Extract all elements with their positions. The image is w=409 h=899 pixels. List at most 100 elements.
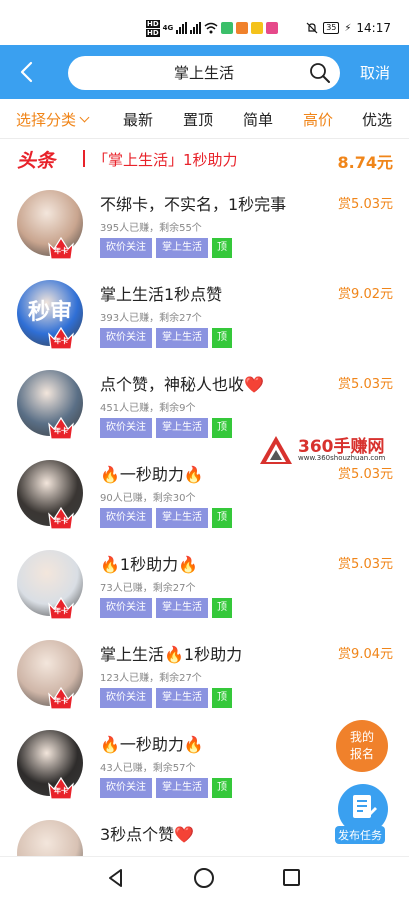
app-notification-icon-4 bbox=[266, 22, 279, 34]
task-title: 🔥一秒助力🔥 bbox=[100, 465, 204, 484]
tag-follow: 砍价关注 bbox=[100, 238, 152, 258]
status-right-icons: 35 ⚡ 14:17 bbox=[306, 21, 391, 35]
tag-follow: 砍价关注 bbox=[100, 778, 152, 798]
my-signup-button[interactable]: 我的 报名 bbox=[336, 720, 388, 772]
my-signup-line2: 报名 bbox=[349, 747, 374, 761]
watermark-url: www.360shouzhuan.com bbox=[298, 454, 386, 462]
task-title: 点个赞，神秘人也收❤️ bbox=[100, 375, 264, 394]
task-list-item[interactable]: 年卡 🔥一秒助力🔥 赏5.03元 90人已赚，剩余30个 砍价关注 掌上生活顶 bbox=[0, 456, 409, 546]
tag-app: 掌上生活 bbox=[156, 238, 208, 258]
tag-top: 顶 bbox=[212, 328, 232, 348]
task-tags: 砍价关注 掌上生活顶 bbox=[100, 778, 232, 798]
tag-follow: 砍价关注 bbox=[100, 418, 152, 438]
tab-latest[interactable]: 最新 bbox=[123, 109, 153, 130]
task-list-item[interactable]: 年卡 🔥1秒助力🔥 赏5.03元 73人已赚，剩余27个砍价关注 掌上生活顶 bbox=[0, 546, 409, 636]
task-title: 3秒点个赞❤️ bbox=[100, 825, 195, 844]
task-stats: 395人已赚，剩余55个 bbox=[100, 223, 202, 234]
status-bar: HD HD 4G 35 ⚡ 14:17 bbox=[0, 0, 409, 45]
year-card-label: 年卡 bbox=[54, 517, 68, 525]
nav-recents-icon[interactable] bbox=[283, 869, 300, 886]
year-card-label: 年卡 bbox=[54, 427, 68, 435]
task-stats: 393人已赚，剩余27个 bbox=[100, 313, 202, 324]
hd-icon: HD HD bbox=[146, 19, 160, 37]
tag-app: 掌上生活 bbox=[156, 778, 208, 798]
headline-price: 8.74元 bbox=[337, 153, 393, 172]
watermark-triangle-icon bbox=[260, 436, 292, 464]
tag-top: 顶 bbox=[212, 418, 232, 438]
year-card-label: 年卡 bbox=[54, 697, 68, 705]
charging-icon: ⚡ bbox=[344, 22, 352, 34]
task-stats: 123人已赚，剩余27个 bbox=[100, 673, 202, 684]
task-title: 掌上生活1秒点赞 bbox=[100, 285, 223, 304]
tag-follow: 砍价关注 bbox=[100, 328, 152, 348]
tag-app: 掌上生活 bbox=[156, 508, 208, 528]
tab-pinned[interactable]: 置顶 bbox=[183, 109, 213, 130]
search-box[interactable]: 掌上生活 bbox=[68, 56, 340, 90]
tag-top: 顶 bbox=[212, 688, 232, 708]
wifi-icon bbox=[204, 22, 218, 34]
publish-task-label[interactable]: 发布任务 bbox=[335, 826, 385, 844]
task-stats: 43人已赚，剩余57个 bbox=[100, 763, 196, 774]
search-header: 掌上生活 取消 bbox=[0, 45, 409, 99]
my-signup-line1: 我的 bbox=[349, 730, 374, 744]
task-reward: 赏5.03元 bbox=[338, 377, 393, 392]
back-arrow-icon[interactable] bbox=[14, 58, 42, 86]
tag-top: 顶 bbox=[212, 238, 232, 258]
status-left-icons: HD HD 4G bbox=[146, 17, 279, 39]
year-card-label: 年卡 bbox=[54, 787, 68, 795]
network-label: 4G bbox=[162, 24, 174, 32]
task-tags: 砍价关注 掌上生活顶 bbox=[100, 598, 232, 618]
task-tags: 砍价关注 掌上生活顶 bbox=[100, 238, 232, 258]
headline-banner[interactable]: 头条 「掌上生活」1秒助力 8.74元 bbox=[0, 140, 409, 178]
search-icon[interactable] bbox=[308, 61, 332, 85]
task-tags: 砍价关注 掌上生活顶 bbox=[100, 688, 232, 708]
system-nav-bar bbox=[0, 856, 409, 899]
mute-icon bbox=[306, 22, 318, 34]
tag-follow: 砍价关注 bbox=[100, 598, 152, 618]
battery-icon: 35 bbox=[323, 22, 340, 34]
avatar-logo-text: 秒审 bbox=[27, 300, 72, 325]
search-input[interactable]: 掌上生活 bbox=[68, 56, 340, 90]
cancel-button[interactable]: 取消 bbox=[360, 62, 390, 83]
tag-top: 顶 bbox=[212, 508, 232, 528]
task-reward: 赏9.02元 bbox=[338, 287, 393, 302]
tab-high-price[interactable]: 高价 bbox=[303, 109, 333, 130]
year-card-label: 年卡 bbox=[54, 247, 68, 255]
tag-app: 掌上生活 bbox=[156, 418, 208, 438]
tag-app: 掌上生活 bbox=[156, 688, 208, 708]
signal-icon-2 bbox=[190, 22, 202, 34]
tab-preferred[interactable]: 优选 bbox=[362, 109, 392, 130]
app-notification-icon-2 bbox=[236, 22, 249, 34]
task-list-item[interactable]: 年卡 不绑卡，不实名，1秒完事 赏5.03元 395人已赚，剩余55个 砍价关注 掌上生活… bbox=[0, 186, 409, 276]
task-stats: 73人已赚，剩余27个 bbox=[100, 583, 196, 594]
app-notification-icon-1 bbox=[221, 22, 234, 34]
tag-top: 顶 bbox=[212, 598, 232, 618]
year-card-label: 年卡 bbox=[54, 607, 68, 615]
task-tags: 砍价关注 掌上生活顶 bbox=[100, 508, 232, 528]
filter-tabs: 选择分类 最新 置顶 简单 高价 优选 bbox=[0, 99, 409, 139]
task-title: 🔥1秒助力🔥 bbox=[100, 555, 199, 574]
headline-tag: 头条 bbox=[17, 150, 56, 172]
task-title: 不绑卡，不实名，1秒完事 bbox=[100, 195, 287, 214]
tag-follow: 砍价关注 bbox=[100, 508, 152, 528]
app-notification-icon-3 bbox=[251, 22, 264, 34]
nav-back-icon[interactable] bbox=[106, 868, 126, 888]
nav-home-icon[interactable] bbox=[194, 868, 214, 888]
task-title: 🔥一秒助力🔥 bbox=[100, 735, 204, 754]
tab-category[interactable]: 选择分类 bbox=[16, 109, 90, 130]
tab-simple[interactable]: 简单 bbox=[243, 109, 273, 130]
task-list-item[interactable]: 年卡 掌上生活🔥1秒助力 赏9.04元 123人已赚，剩余27个 砍价关注 掌上生活顶 bbox=[0, 636, 409, 726]
watermark-logo: 360手赚网 www.360shouzhuan.com bbox=[258, 432, 398, 468]
task-tags: 砍价关注 掌上生活顶 bbox=[100, 418, 232, 438]
task-stats: 90人已赚，剩余30个 bbox=[100, 493, 196, 504]
tag-top: 顶 bbox=[212, 778, 232, 798]
tag-app: 掌上生活 bbox=[156, 328, 208, 348]
task-tags: 砍价关注 掌上生活顶 bbox=[100, 328, 232, 348]
chevron-down-icon bbox=[79, 112, 90, 123]
headline-title: 「掌上生活」1秒助力 bbox=[93, 151, 238, 169]
tag-follow: 砍价关注 bbox=[100, 688, 152, 708]
task-reward: 赏5.03元 bbox=[338, 557, 393, 572]
headline-divider bbox=[83, 150, 85, 167]
task-list-item[interactable]: 年卡 秒审 掌上生活1秒点赞 赏9.02元 393人已赚，剩余27个 砍价关注 掌上生活顶 bbox=[0, 276, 409, 366]
clock: 14:17 bbox=[356, 21, 391, 35]
